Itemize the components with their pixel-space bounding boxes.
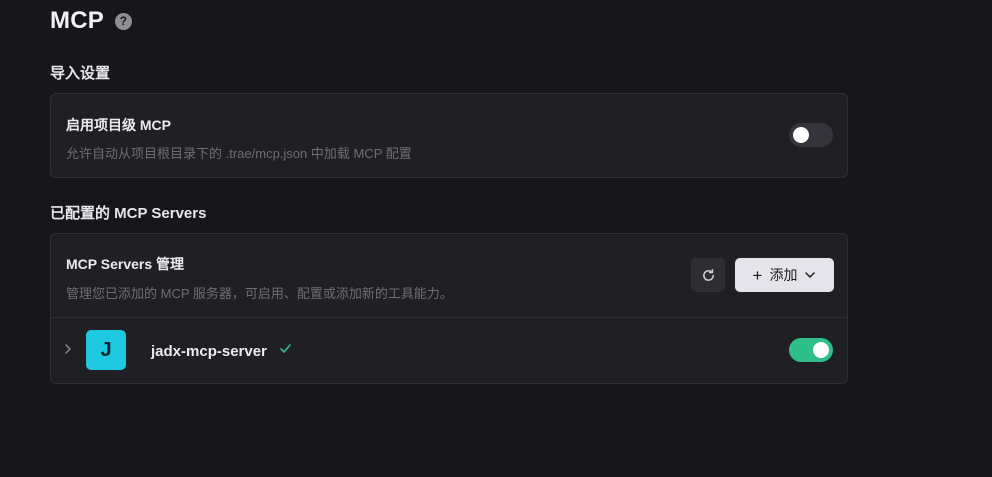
toggle-knob — [793, 127, 809, 143]
project-mcp-title: 启用项目级 MCP — [66, 117, 171, 133]
card-divider — [51, 317, 847, 318]
toggle-knob — [813, 342, 829, 358]
server-avatar: J — [86, 330, 126, 370]
add-server-button[interactable]: + 添加 — [735, 258, 834, 292]
page-title: MCP — [50, 7, 104, 34]
import-settings-heading: 导入设置 — [50, 65, 111, 82]
refresh-button[interactable] — [691, 258, 725, 292]
refresh-icon — [702, 268, 714, 281]
check-icon — [280, 344, 291, 353]
servers-management-title: MCP Servers 管理 — [66, 256, 185, 272]
mcp-servers-card: MCP Servers 管理 管理您已添加的 MCP 服务器，可启用、配置或添加… — [50, 233, 848, 384]
server-name: jadx-mcp-server — [151, 343, 267, 360]
project-mcp-description: 允许自动从项目根目录下的 .trae/mcp.json 中加载 MCP 配置 — [66, 146, 412, 161]
chevron-down-icon — [804, 269, 816, 281]
server-enable-toggle[interactable] — [789, 338, 833, 362]
plus-icon: + — [752, 265, 763, 285]
page-header: MCP ? — [50, 6, 132, 36]
import-settings-card: 启用项目级 MCP 允许自动从项目根目录下的 .trae/mcp.json 中加… — [50, 93, 848, 178]
chevron-right-icon[interactable] — [63, 344, 73, 354]
question-circle-icon[interactable]: ? — [114, 12, 132, 30]
project-mcp-toggle[interactable] — [789, 123, 833, 147]
mcp-settings-page: MCP ? 导入设置 启用项目级 MCP 允许自动从项目根目录下的 .trae/… — [0, 0, 992, 477]
add-button-label: 添加 — [769, 267, 798, 283]
configured-servers-heading: 已配置的 MCP Servers — [50, 205, 207, 222]
servers-management-description: 管理您已添加的 MCP 服务器，可启用、配置或添加新的工具能力。 — [66, 286, 453, 301]
